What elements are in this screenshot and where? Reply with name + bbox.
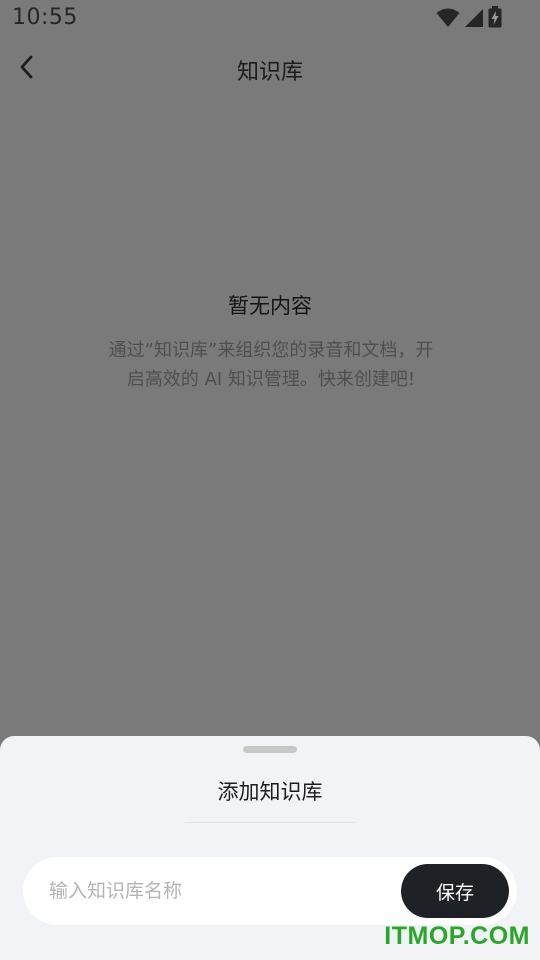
page-title: 知识库 xyxy=(236,60,303,85)
wifi-icon xyxy=(436,8,460,32)
battery-charging-icon xyxy=(488,6,502,32)
app-bar: 知识库 xyxy=(0,40,540,98)
sheet-title: 添加知识库 xyxy=(217,780,323,804)
knowledge-base-name-input[interactable] xyxy=(49,871,389,911)
status-time: 10:55 xyxy=(12,5,78,30)
sheet-drag-handle[interactable] xyxy=(243,746,297,753)
status-bar: 10:55 xyxy=(0,0,540,36)
name-input-row: 保存 xyxy=(23,857,517,925)
empty-state-description: 通过“知识库”来组织您的录音和文档，开启高效的 AI 知识管理。快来创建吧! xyxy=(108,340,434,390)
signal-icon xyxy=(464,8,484,32)
status-icons xyxy=(436,6,502,32)
watermark-logo: ITMOP.COM xyxy=(384,922,530,950)
empty-state-title: 暂无内容 xyxy=(228,294,312,318)
sheet-divider xyxy=(185,822,355,823)
save-button[interactable]: 保存 xyxy=(401,864,509,918)
screen: 10:55 知识库 暂无内容 通过“知识库”来组织您的录音和文档，开启高效的 A… xyxy=(0,0,540,960)
